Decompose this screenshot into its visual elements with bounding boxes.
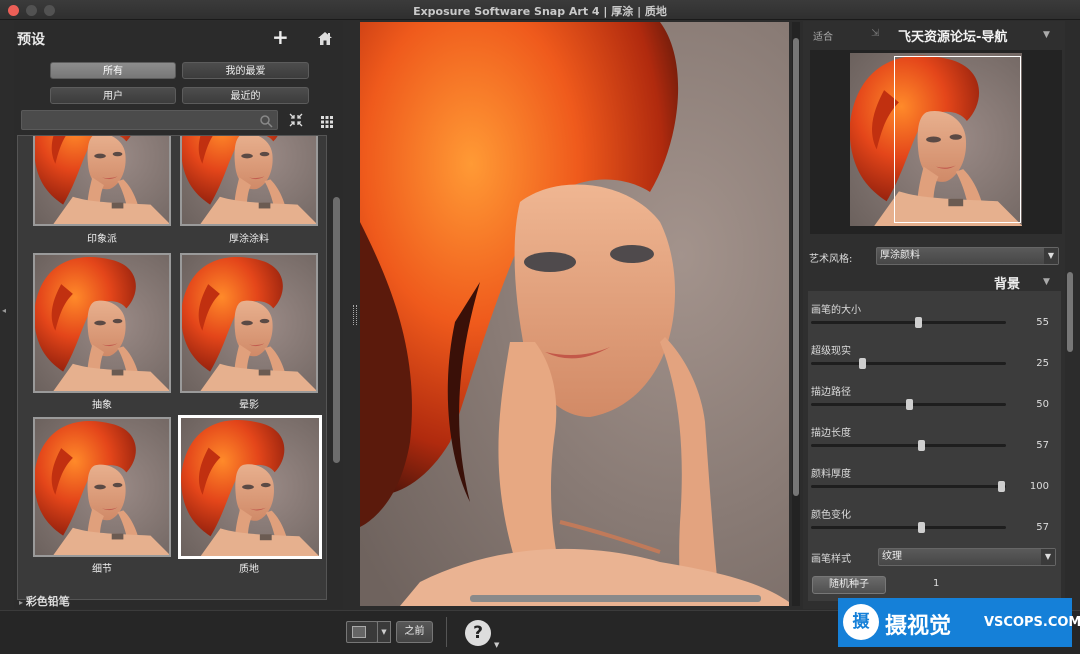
view-mode-dropdown[interactable]: ▼ <box>377 621 391 643</box>
slider-track[interactable] <box>811 317 1006 328</box>
chevron-down-icon: ▼ <box>1044 248 1058 264</box>
slider-value: 50 <box>1036 399 1049 410</box>
preset-tile-vignette[interactable] <box>180 253 318 393</box>
title-bar: Exposure Software Snap Art 4 | 厚涂 | 质地 <box>0 0 1080 20</box>
slider-knob[interactable] <box>918 440 926 451</box>
preset-label: 抽象 <box>92 400 112 411</box>
slider-label: 画笔的大小 <box>811 305 861 316</box>
background-settings: 画笔的大小 55 超级现实 25 描边路径 50 描边长度 57 颜料厚度 100 颜色变化 57 画… <box>808 291 1061 601</box>
navigator-viewport-rect[interactable] <box>894 56 1021 223</box>
navigator-preview[interactable] <box>810 50 1062 234</box>
filter-favorites-button[interactable]: 我的最爱 <box>182 62 309 79</box>
slider-value: 100 <box>1029 481 1049 492</box>
slider-value: 25 <box>1036 358 1049 369</box>
slider-knob[interactable] <box>859 358 867 369</box>
canvas-vertical-scrollbar[interactable] <box>792 22 800 606</box>
brush-style-select[interactable]: 纹理 ▼ <box>878 548 1056 566</box>
before-button[interactable]: 之前 <box>396 621 433 643</box>
random-seed-value: 1 <box>933 578 940 589</box>
watermark-brand: 摄视觉 <box>885 614 952 639</box>
collapse-left-panel-icon[interactable]: ◂ <box>2 306 6 315</box>
slider-label: 颜料厚度 <box>811 469 851 480</box>
slider-value: 57 <box>1036 522 1049 533</box>
slider-track[interactable] <box>811 440 1006 451</box>
slider-track[interactable] <box>811 522 1006 533</box>
slider-label: 颜色变化 <box>811 510 851 521</box>
filter-user-button[interactable]: 用户 <box>50 87 176 104</box>
watermark-logo: 摄 摄视觉 VSCOPS.COM <box>838 598 1080 647</box>
slider-knob[interactable] <box>998 481 1005 492</box>
presets-heading: 预设 <box>17 32 45 48</box>
brush-style-label: 画笔样式 <box>811 554 851 565</box>
preset-grid-scrollbar[interactable] <box>332 135 341 600</box>
preset-label: 印象派 <box>87 234 117 245</box>
filter-all-button[interactable]: 所有 <box>50 62 176 79</box>
preset-label: 质地 <box>239 564 259 575</box>
toolbar-divider <box>446 617 447 647</box>
navigator-thumbnail <box>850 53 1022 226</box>
category-colored-pencil[interactable]: ▸ 彩色铅笔 <box>19 593 70 609</box>
help-icon[interactable]: ? <box>465 620 491 646</box>
slider-value: 55 <box>1036 317 1049 328</box>
slider-value: 57 <box>1036 440 1049 451</box>
plus-icon[interactable]: + <box>272 25 289 49</box>
chevron-down-icon: ▼ <box>1041 549 1055 565</box>
slider-knob[interactable] <box>918 522 926 533</box>
watermark-logo-icon: 摄 <box>843 604 879 640</box>
slider-label: 描边长度 <box>811 428 851 439</box>
preset-label: 厚涂涂料 <box>229 234 269 245</box>
presets-panel: 预设 + 所有 我的最爱 用户 最近的 印象派 厚涂涂料 抽象 晕影 细节 质地… <box>14 21 343 609</box>
help-menu-arrow[interactable]: ▼ <box>494 641 499 649</box>
chevron-down-icon[interactable]: ▼ <box>1043 277 1050 287</box>
navigator-title: 飞天资源论坛-导航 <box>898 30 1008 45</box>
art-style-select[interactable]: 厚涂颜料 ▼ <box>876 247 1059 265</box>
home-icon[interactable] <box>318 30 332 49</box>
fit-button[interactable]: 适合 <box>813 28 833 43</box>
preset-tile-abstract[interactable] <box>33 253 171 393</box>
window-title: Exposure Software Snap Art 4 | 厚涂 | 质地 <box>413 5 667 18</box>
filter-recent-button[interactable]: 最近的 <box>182 87 309 104</box>
slider-track[interactable] <box>811 481 1006 492</box>
slider-knob[interactable] <box>914 317 922 328</box>
preset-search-input[interactable] <box>21 110 278 130</box>
preset-tile-impasto[interactable] <box>180 136 318 226</box>
preset-tile-impressionism[interactable] <box>33 136 171 226</box>
view-mode-button[interactable] <box>346 621 378 643</box>
settings-panel: 适合 ⇲ 飞天资源论坛-导航 ▼ 艺术风格: 厚涂颜料 ▼ 背景 ▼ 画笔的大小 5… <box>803 21 1065 609</box>
collapse-arrows-icon[interactable]: ⇲ <box>871 28 879 39</box>
preset-label: 细节 <box>92 564 112 575</box>
preset-grid: 印象派 厚涂涂料 抽象 晕影 细节 质地 <box>17 135 327 600</box>
slider-knob[interactable] <box>905 399 913 410</box>
preset-label: 晕影 <box>239 400 259 411</box>
slider-track[interactable] <box>811 358 1006 369</box>
panel-splitter-handle[interactable] <box>353 305 357 325</box>
watermark-site: VSCOPS.COM <box>984 615 1080 630</box>
image-canvas[interactable] <box>360 22 789 606</box>
slider-track[interactable] <box>811 399 1006 410</box>
art-style-label: 艺术风格: <box>809 254 853 265</box>
section-title: 背景 <box>994 277 1021 292</box>
collapse-icon[interactable] <box>289 112 303 131</box>
preset-tile-detail[interactable] <box>33 417 171 557</box>
slider-label: 超级现实 <box>811 346 851 357</box>
search-icon <box>260 113 273 132</box>
random-seed-button[interactable]: 随机种子 <box>812 576 886 594</box>
settings-scrollbar[interactable] <box>1066 270 1074 608</box>
slider-label: 描边路径 <box>811 387 851 398</box>
grid-view-icon[interactable] <box>321 113 333 132</box>
chevron-down-icon[interactable]: ▼ <box>1043 30 1050 40</box>
preset-tile-texture[interactable] <box>178 415 322 559</box>
